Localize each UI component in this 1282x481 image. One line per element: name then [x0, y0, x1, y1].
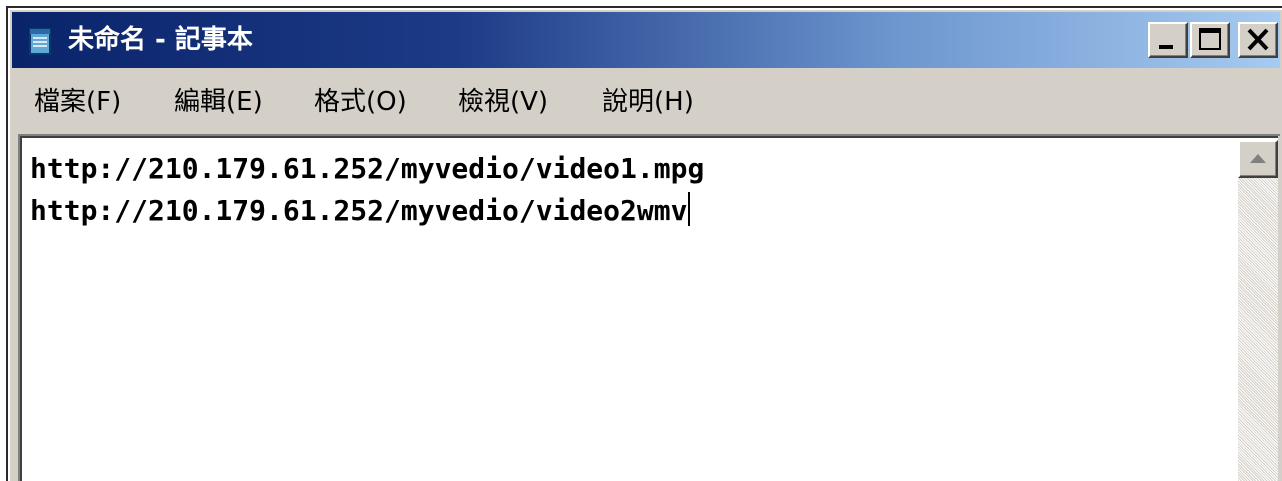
close-button[interactable]: [1238, 22, 1278, 58]
edit-area[interactable]: http://210.179.61.252/myvedio/video1.mpg…: [20, 136, 1278, 481]
menu-edit[interactable]: 編輯(E): [174, 84, 263, 120]
menu-help[interactable]: 說明(H): [602, 84, 694, 120]
scroll-up-button[interactable]: [1238, 140, 1278, 178]
maximize-button[interactable]: [1190, 22, 1230, 58]
edit-area-frame: http://210.179.61.252/myvedio/video1.mpg…: [18, 134, 1280, 481]
minimize-button[interactable]: [1148, 22, 1188, 58]
menu-bar: 檔案(F) 編輯(E) 格式(O) 檢視(V) 說明(H): [12, 70, 1280, 134]
text-line-content: http://210.179.61.252/myvedio/video2wmv: [30, 194, 688, 227]
window-title: 未命名 - 記事本: [68, 25, 253, 55]
text-line[interactable]: http://210.179.61.252/myvedio/video1.mpg: [30, 148, 1220, 190]
menu-view[interactable]: 檢視(V): [458, 84, 548, 120]
text-line[interactable]: http://210.179.61.252/myvedio/video2wmv: [30, 190, 1220, 232]
text-line-content: http://210.179.61.252/myvedio/video1.mpg: [30, 152, 705, 185]
notepad-window: 未命名 - 記事本 檔案(F) 編輯(E) 格式(O) 檢視(V) 說明(H) …: [8, 8, 1282, 481]
title-bar[interactable]: 未命名 - 記事本: [12, 12, 1280, 68]
menu-file[interactable]: 檔案(F): [34, 84, 121, 120]
text-editor[interactable]: http://210.179.61.252/myvedio/video1.mpg…: [30, 148, 1220, 481]
text-caret: [688, 192, 691, 226]
menu-format[interactable]: 格式(O): [314, 84, 407, 120]
vertical-scrollbar[interactable]: [1238, 140, 1278, 481]
notepad-icon[interactable]: [26, 26, 54, 56]
